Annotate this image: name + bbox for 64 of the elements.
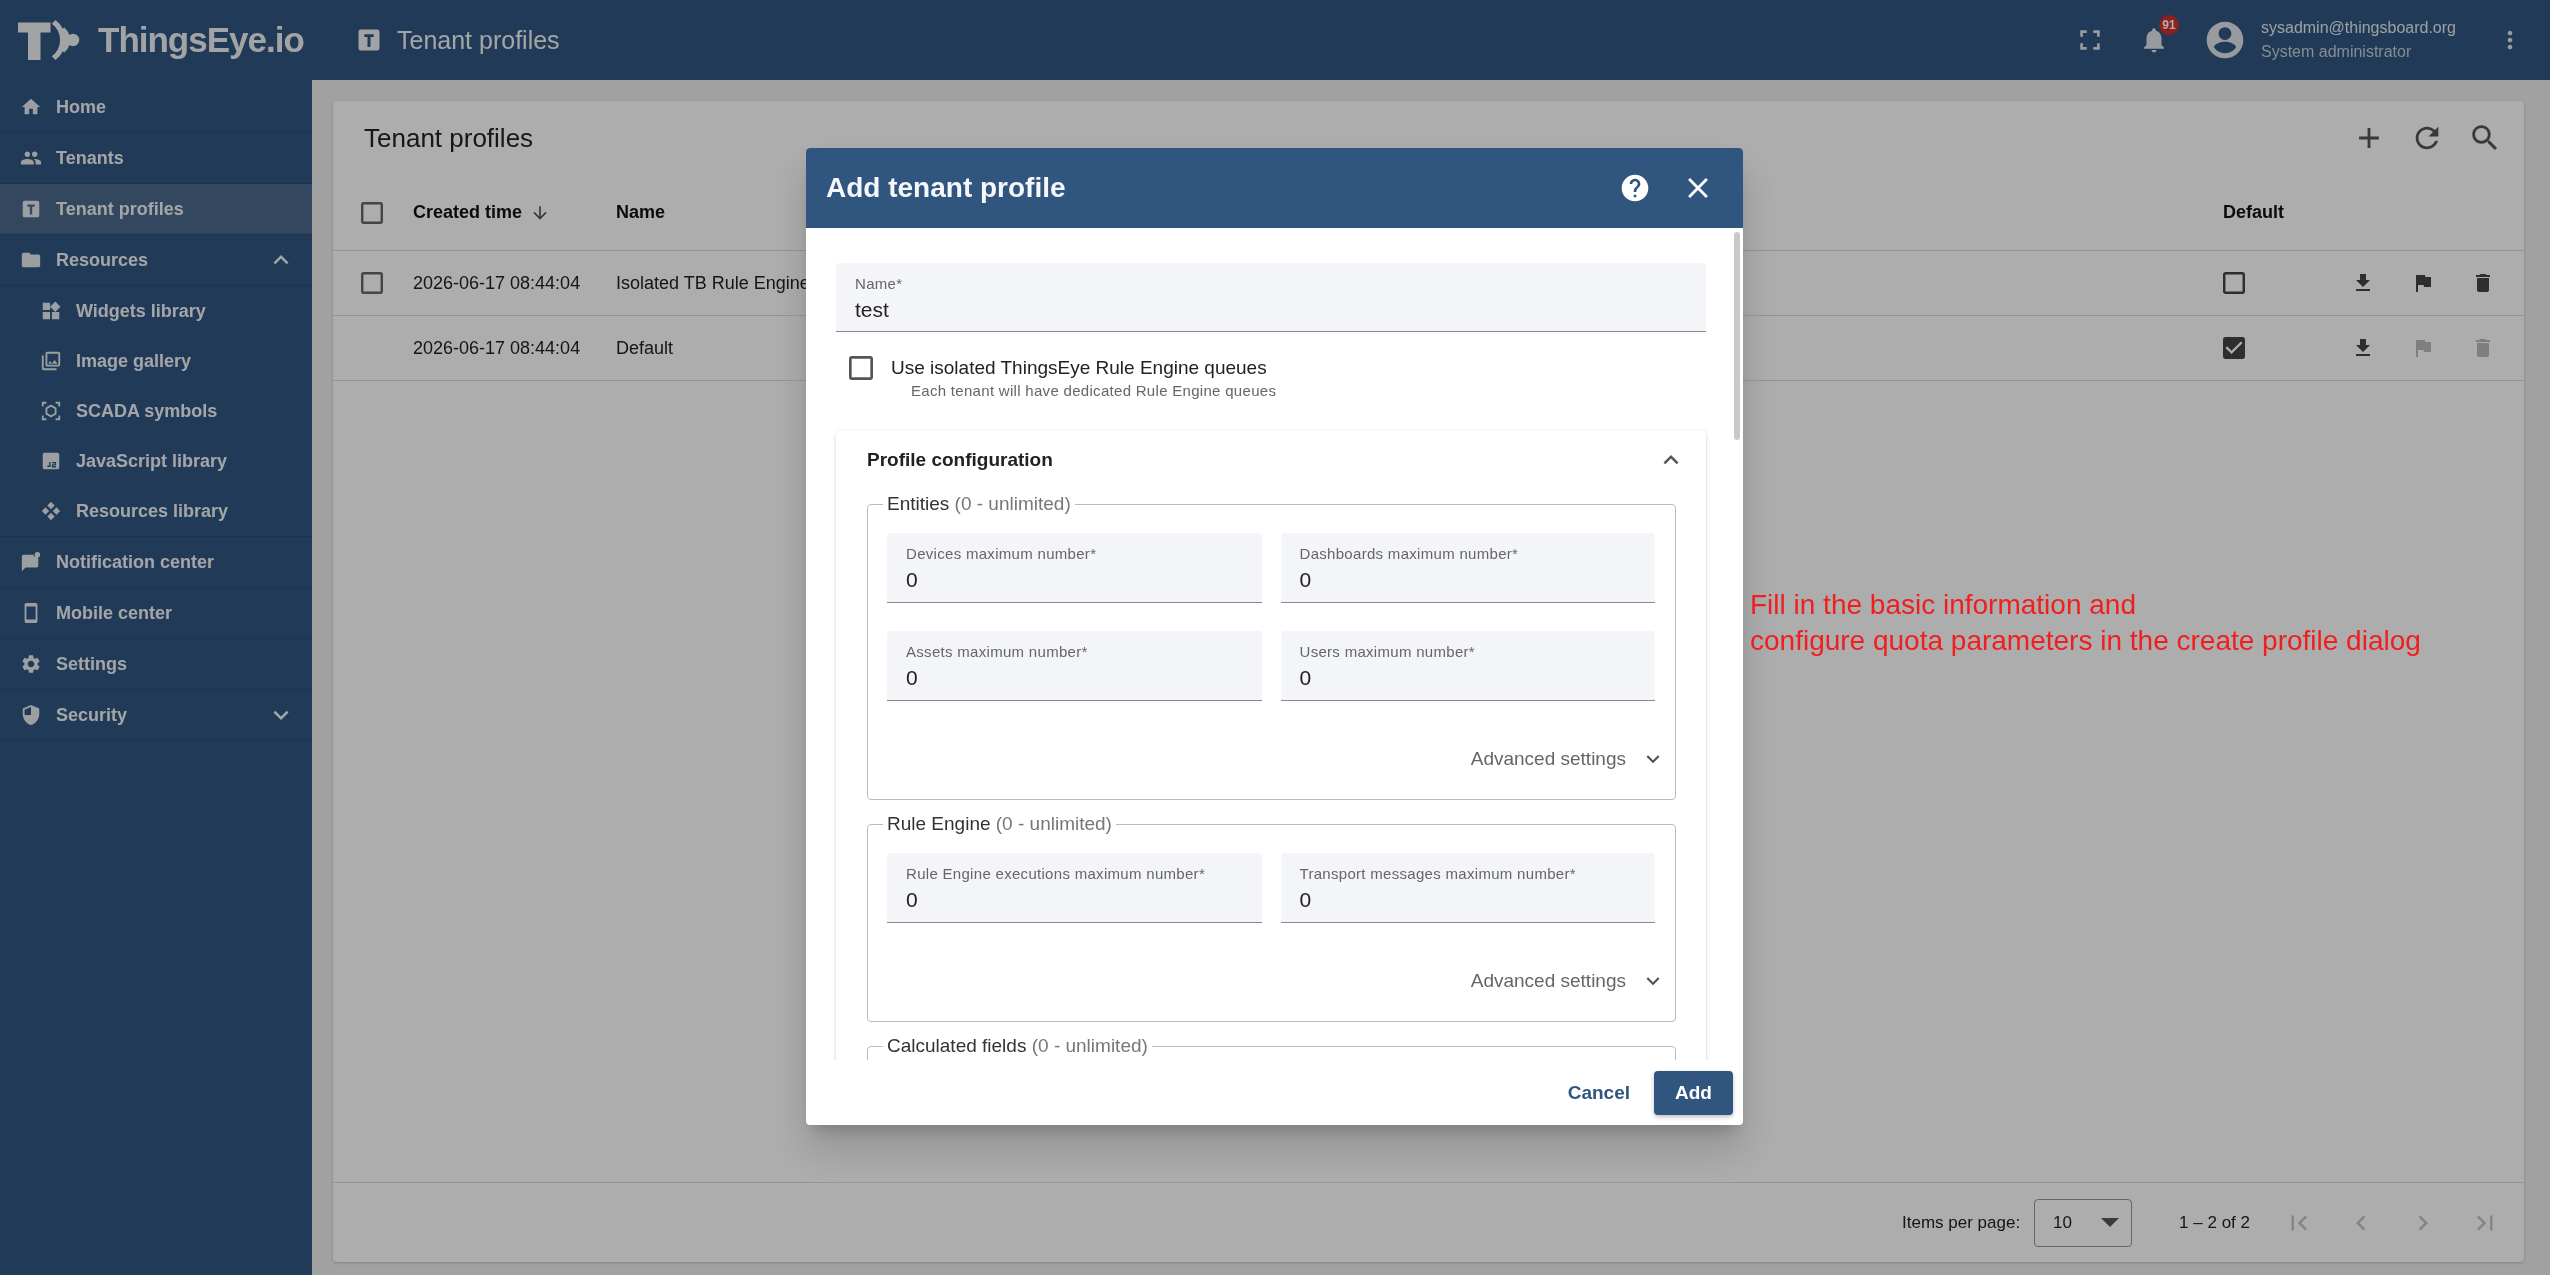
logo-text: ThingsEye.io bbox=[98, 20, 304, 60]
scrollbar[interactable] bbox=[1734, 232, 1740, 440]
column-header[interactable]: Created time bbox=[413, 202, 551, 223]
sidebar-item[interactable]: Security bbox=[0, 690, 312, 741]
caret-icon bbox=[2101, 1218, 2120, 1227]
checkbox[interactable] bbox=[2223, 272, 2245, 294]
sidebar-item[interactable]: Resources bbox=[0, 235, 312, 286]
column-header[interactable]: Name bbox=[616, 202, 666, 223]
text-field[interactable]: Name* test bbox=[836, 263, 1706, 332]
gear-icon bbox=[20, 653, 42, 675]
section-legend: Rule Engine (0 - unlimited) bbox=[883, 812, 1116, 836]
help-icon[interactable] bbox=[1619, 172, 1651, 204]
annotation-text: configure quota parameters in the create profile dialog bbox=[1750, 624, 2421, 658]
sidebar-item[interactable]: Resources library bbox=[0, 486, 312, 536]
sidebar-item[interactable]: Notification center bbox=[0, 537, 312, 588]
checkbox[interactable] bbox=[361, 272, 383, 294]
shield-icon bbox=[20, 704, 42, 726]
sidebar-item[interactable]: Settings bbox=[0, 639, 312, 690]
panel-title: Profile configuration bbox=[867, 449, 1053, 471]
checkbox-label: Use isolated ThingsEye Rule Engine queues bbox=[891, 356, 1268, 380]
page-range: 1 – 2 of 2 bbox=[2179, 1212, 2250, 1233]
dialog-title: Add tenant profile bbox=[826, 172, 1067, 204]
notification-badge: 91 bbox=[2159, 15, 2179, 35]
sidebar-item[interactable]: Image gallery bbox=[0, 336, 312, 386]
sidebar-item[interactable]: JavaScript library bbox=[0, 436, 312, 486]
text-field[interactable]: Rule Engine executions maximum number* 0 bbox=[887, 853, 1262, 923]
hint-text: Each tenant will have dedicated Rule Engine queues bbox=[911, 381, 1277, 401]
table-cell: 2026-06-17 08:44:04 bbox=[413, 272, 581, 294]
chat-icon bbox=[20, 551, 42, 573]
image-icon bbox=[40, 350, 62, 372]
advanced-settings-toggle[interactable]: Advanced settings bbox=[1470, 741, 1666, 777]
items-per-page-label: Items per page: bbox=[1902, 1212, 2021, 1233]
user-role: System administrator bbox=[2261, 42, 2413, 62]
user-email: sysadmin@thingsboard.org bbox=[2261, 18, 2456, 38]
sidebar-item[interactable]: SCADA symbols bbox=[0, 386, 312, 436]
section-legend: Entities (0 - unlimited) bbox=[883, 492, 1075, 516]
text-field[interactable]: Dashboards maximum number* 0 bbox=[1280, 533, 1655, 603]
table-cell: 2026-06-17 08:44:04 bbox=[413, 337, 581, 359]
cancel-button[interactable]: Cancel bbox=[1555, 1070, 1642, 1115]
js-file-icon bbox=[40, 450, 62, 472]
card-title: Tenant profiles bbox=[364, 122, 535, 154]
sidebar-item[interactable]: Tenant profiles bbox=[0, 184, 312, 235]
text-field[interactable]: Devices maximum number* 0 bbox=[887, 533, 1262, 603]
page-size-select[interactable]: 10 bbox=[2034, 1198, 2133, 1247]
fullscreen-icon[interactable] bbox=[2077, 27, 2103, 53]
checkbox[interactable] bbox=[2223, 337, 2245, 359]
text-field[interactable]: Users maximum number* 0 bbox=[1280, 631, 1655, 701]
sidebar-item[interactable]: Widgets library bbox=[0, 286, 312, 336]
section-legend: Calculated fields (0 - unlimited) bbox=[883, 1034, 1152, 1058]
column-header[interactable]: Default bbox=[2223, 202, 2284, 223]
page-title: Tenant profiles bbox=[397, 25, 560, 55]
text-field[interactable]: Transport messages maximum number* 0 bbox=[1280, 853, 1655, 923]
advanced-settings-toggle[interactable]: Advanced settings bbox=[1470, 963, 1666, 999]
table-cell: Default bbox=[616, 337, 674, 359]
annotation-text: Fill in the basic information and bbox=[1750, 588, 2137, 622]
checkbox[interactable] bbox=[849, 356, 873, 380]
checkbox[interactable] bbox=[361, 201, 383, 224]
sidebar-item[interactable]: Home bbox=[0, 82, 312, 133]
add-button[interactable]: Add bbox=[1654, 1070, 1733, 1115]
widgets-icon bbox=[40, 300, 62, 322]
sidebar-item[interactable]: Mobile center bbox=[0, 588, 312, 639]
cube-icon bbox=[40, 400, 62, 422]
diamonds-icon bbox=[40, 500, 62, 522]
text-field[interactable]: Assets maximum number* 0 bbox=[887, 631, 1262, 701]
